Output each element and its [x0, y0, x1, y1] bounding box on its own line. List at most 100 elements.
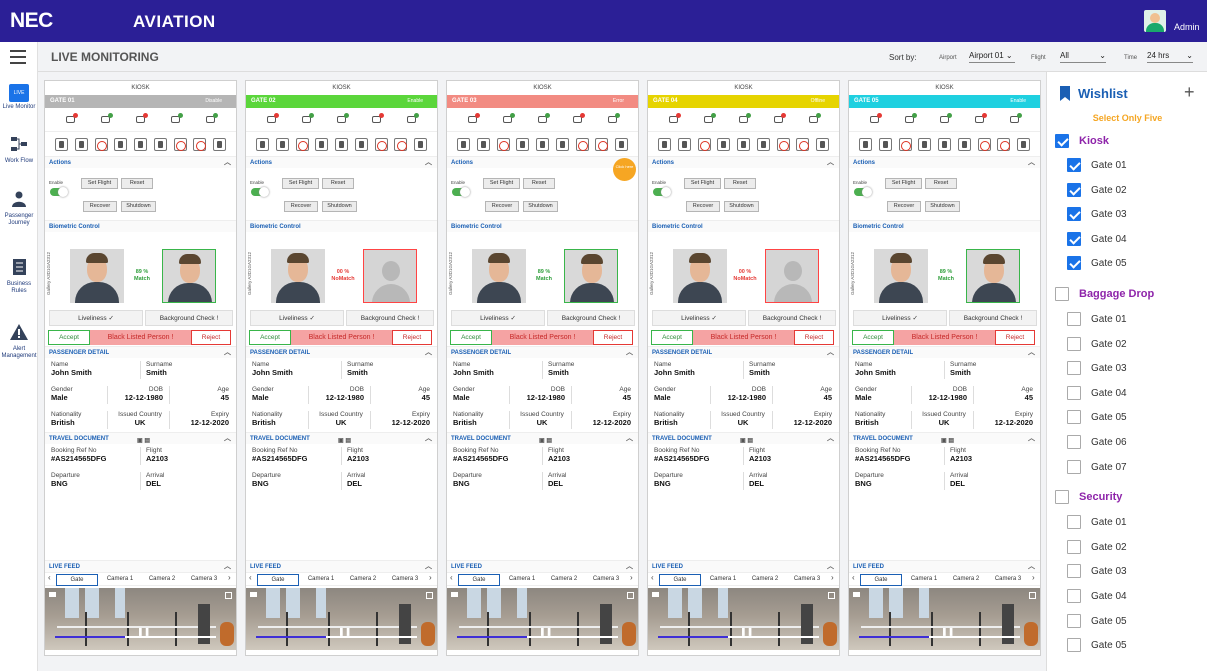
reset-button[interactable]: Reset: [523, 178, 555, 189]
group-icon[interactable]: [756, 138, 770, 151]
recover-button[interactable]: Recover: [887, 201, 921, 212]
tab-camera-2[interactable]: Camera 2: [946, 574, 986, 586]
gate-icon[interactable]: [204, 113, 218, 127]
fullscreen-icon[interactable]: [828, 592, 835, 599]
gate-icon[interactable]: [606, 113, 620, 127]
group-icon[interactable]: [555, 138, 569, 151]
tab-camera-1[interactable]: Camera 1: [301, 574, 341, 586]
gate-icon[interactable]: [405, 113, 419, 127]
tab-camera-3[interactable]: Camera 3: [184, 574, 224, 586]
fingerprint-icon[interactable]: [394, 138, 408, 151]
shutdown-button[interactable]: Shutdown: [523, 201, 558, 212]
gate-checkbox[interactable]: [1067, 564, 1081, 579]
accept-button[interactable]: Accept: [651, 330, 693, 345]
gate-checkbox[interactable]: [1067, 207, 1081, 222]
tab-gate[interactable]: Gate: [860, 574, 902, 586]
tab-camera-1[interactable]: Camera 1: [502, 574, 542, 586]
gate-checkbox[interactable]: [1067, 410, 1081, 425]
enable-toggle[interactable]: [251, 187, 269, 197]
shutdown-button[interactable]: Shutdown: [121, 201, 156, 212]
recover-button[interactable]: Recover: [686, 201, 720, 212]
gate-checkbox[interactable]: [1067, 638, 1081, 653]
wishlist-item-label[interactable]: Gate 02: [1091, 185, 1127, 196]
walk-icon[interactable]: [516, 138, 530, 151]
group-checkbox[interactable]: [1055, 287, 1069, 301]
gate-header[interactable]: GATE 03 Error: [447, 95, 638, 108]
live-video[interactable]: ❚❚: [648, 588, 839, 650]
book-icon[interactable]: [213, 138, 226, 151]
enable-toggle[interactable]: [452, 187, 470, 197]
live-feed-header[interactable]: LIVE FEED ︿: [246, 560, 437, 572]
no-entry-icon[interactable]: [697, 138, 711, 151]
user-avatar[interactable]: [1144, 10, 1166, 32]
alarm-icon[interactable]: [776, 138, 790, 151]
click-here-hint[interactable]: Click here: [613, 158, 636, 181]
pause-icon[interactable]: ❚❚: [941, 627, 954, 636]
passenger-detail-header[interactable]: PASSENGER DETAIL ︿: [648, 346, 839, 358]
book-icon[interactable]: [615, 138, 628, 151]
gate-checkbox[interactable]: [1067, 539, 1081, 554]
scanner-icon[interactable]: [501, 113, 515, 127]
gate-checkbox[interactable]: [1067, 231, 1081, 246]
scanner-icon[interactable]: [300, 113, 314, 127]
wishlist-item-label[interactable]: Gate 05: [1091, 640, 1127, 651]
wishlist-group-label[interactable]: Baggage Drop: [1079, 288, 1154, 300]
wishlist-item-label[interactable]: Gate 04: [1091, 591, 1127, 602]
actions-header[interactable]: Actions︿: [246, 156, 437, 168]
wishlist-group-label[interactable]: Kiosk: [1079, 135, 1109, 147]
set-flight-button[interactable]: Set Flight: [483, 178, 520, 189]
reset-button[interactable]: Reset: [322, 178, 354, 189]
live-video[interactable]: ❚❚: [447, 588, 638, 650]
alarm-icon[interactable]: [575, 138, 589, 151]
passenger-detail-header[interactable]: PASSENGER DETAIL ︿: [246, 346, 437, 358]
fingerprint-icon[interactable]: [595, 138, 609, 151]
nav-live-monitor[interactable]: LIVE Live Monitor: [0, 84, 38, 111]
camera-icon[interactable]: [571, 113, 585, 127]
chevron-right-icon[interactable]: ›: [228, 573, 231, 582]
wishlist-item-label[interactable]: Gate 02: [1091, 542, 1127, 553]
group-icon[interactable]: [354, 138, 368, 151]
chevron-left-icon[interactable]: ‹: [651, 573, 654, 582]
pause-icon[interactable]: ❚❚: [740, 627, 753, 636]
passenger-detail-header[interactable]: PASSENGER DETAIL ︿: [447, 346, 638, 358]
wishlist-item-label[interactable]: Gate 04: [1091, 388, 1127, 399]
chevron-right-icon[interactable]: ›: [831, 573, 834, 582]
walk-icon[interactable]: [717, 138, 731, 151]
scanner-icon[interactable]: [903, 113, 917, 127]
nav-alert-management[interactable]: Alert Management: [0, 323, 38, 360]
tab-camera-2[interactable]: Camera 2: [343, 574, 383, 586]
group-icon[interactable]: [153, 138, 167, 151]
tab-gate[interactable]: Gate: [458, 574, 500, 586]
tab-camera-2[interactable]: Camera 2: [142, 574, 182, 586]
live-video[interactable]: ❚❚: [45, 588, 236, 650]
gate-header[interactable]: GATE 01 Disable: [45, 95, 236, 108]
gate-checkbox[interactable]: [1067, 312, 1081, 326]
gate-checkbox[interactable]: [1067, 589, 1081, 603]
accept-button[interactable]: Accept: [450, 330, 492, 345]
walk-icon[interactable]: [536, 138, 549, 151]
walk-icon[interactable]: [938, 138, 951, 151]
printer-icon[interactable]: [667, 113, 681, 127]
gate-checkbox[interactable]: [1067, 435, 1081, 449]
tab-camera-2[interactable]: Camera 2: [544, 574, 584, 586]
wifi-icon[interactable]: [938, 113, 952, 127]
gate-checkbox[interactable]: [1067, 256, 1081, 271]
tab-gate[interactable]: Gate: [659, 574, 701, 586]
wishlist-item-label[interactable]: Gate 01: [1091, 160, 1127, 171]
recover-button[interactable]: Recover: [83, 201, 117, 212]
camera-icon[interactable]: [370, 113, 384, 127]
tab-camera-3[interactable]: Camera 3: [988, 574, 1028, 586]
flight-select[interactable]: All ⌄: [1060, 51, 1106, 63]
tab-camera-1[interactable]: Camera 1: [904, 574, 944, 586]
live-feed-header[interactable]: LIVE FEED ︿: [447, 560, 638, 572]
live-video[interactable]: ❚❚: [849, 588, 1040, 650]
gate-icon[interactable]: [1008, 113, 1022, 127]
wishlist-item-label[interactable]: Gate 05: [1091, 258, 1127, 269]
passenger-detail-header[interactable]: PASSENGER DETAIL ︿: [45, 346, 236, 358]
pause-icon[interactable]: ❚❚: [539, 627, 552, 636]
wishlist-item-label[interactable]: Gate 05: [1091, 412, 1127, 423]
group-icon[interactable]: [957, 138, 971, 151]
actions-header[interactable]: Actions︿: [45, 156, 236, 168]
walk-icon[interactable]: [859, 138, 872, 151]
wishlist-item-label[interactable]: Gate 06: [1091, 437, 1127, 448]
